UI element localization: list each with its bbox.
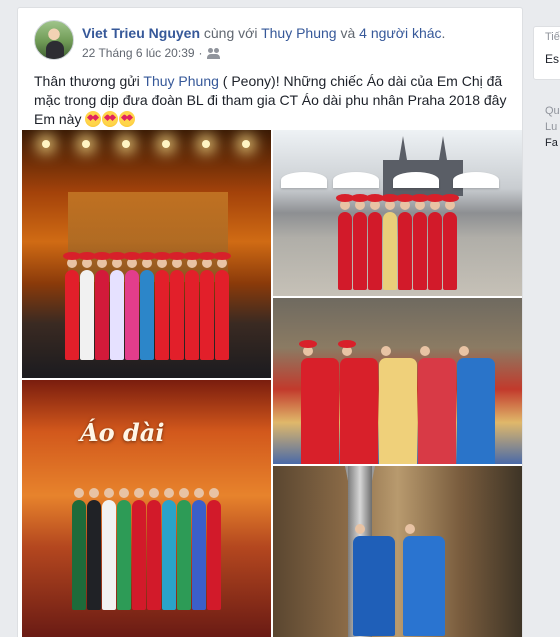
photo-caption: Áo dài	[80, 418, 165, 447]
stage-banner	[68, 192, 228, 282]
text-before: Thân thương gửi	[34, 73, 144, 89]
photo-closeup-group[interactable]	[273, 298, 522, 464]
and-text: và	[336, 25, 360, 41]
photo-award-group[interactable]: Áo dài	[22, 380, 271, 637]
sidebar-text-3b: Lu	[545, 121, 558, 133]
friends-icon[interactable]	[206, 47, 220, 59]
author-name-link[interactable]: Viet Trieu Nguyen	[82, 25, 200, 41]
with-text: cùng với	[200, 25, 262, 41]
photo-stage-group[interactable]	[22, 130, 271, 378]
separator-dot: ·	[198, 46, 203, 60]
people-row	[22, 252, 271, 360]
heart-eyes-emoji-icon	[119, 111, 136, 127]
post-text: Thân thương gửi Thuy Phung ( Peony)! Nhữ…	[34, 72, 510, 129]
author-avatar[interactable]	[34, 20, 74, 60]
post-headline: Viet Trieu Nguyen cùng với Thuy Phung và…	[82, 24, 445, 42]
text-tag-link[interactable]: Thuy Phung	[143, 73, 219, 89]
heart-eyes-emoji-icon	[102, 111, 119, 127]
photo-two-women[interactable]	[273, 466, 522, 637]
sidebar-text-2[interactable]: Es	[545, 52, 559, 66]
people-row	[22, 488, 271, 610]
tagged-user-link[interactable]: Thuy Phung	[261, 25, 337, 41]
people-row	[353, 524, 522, 636]
people-row	[273, 340, 522, 464]
sidebar-text-1: Tiế	[545, 31, 560, 43]
sidebar-text-3c: Fa	[545, 137, 558, 149]
photo-square-group[interactable]	[273, 130, 522, 296]
timestamp-link[interactable]: 22 Tháng 6 lúc 20:39	[82, 46, 195, 60]
stage-lights	[22, 130, 271, 200]
heart-eyes-emoji-icon	[85, 111, 102, 127]
sidebar-text-3a: Qu	[545, 105, 560, 117]
sidebar-text-3: Qu Lu Fa	[545, 103, 560, 151]
post-meta: 22 Tháng 6 lúc 20:39 ·	[82, 46, 220, 60]
people-row	[273, 194, 522, 290]
period-text: .	[441, 25, 446, 41]
others-link[interactable]: 4 người khác	[359, 25, 441, 41]
